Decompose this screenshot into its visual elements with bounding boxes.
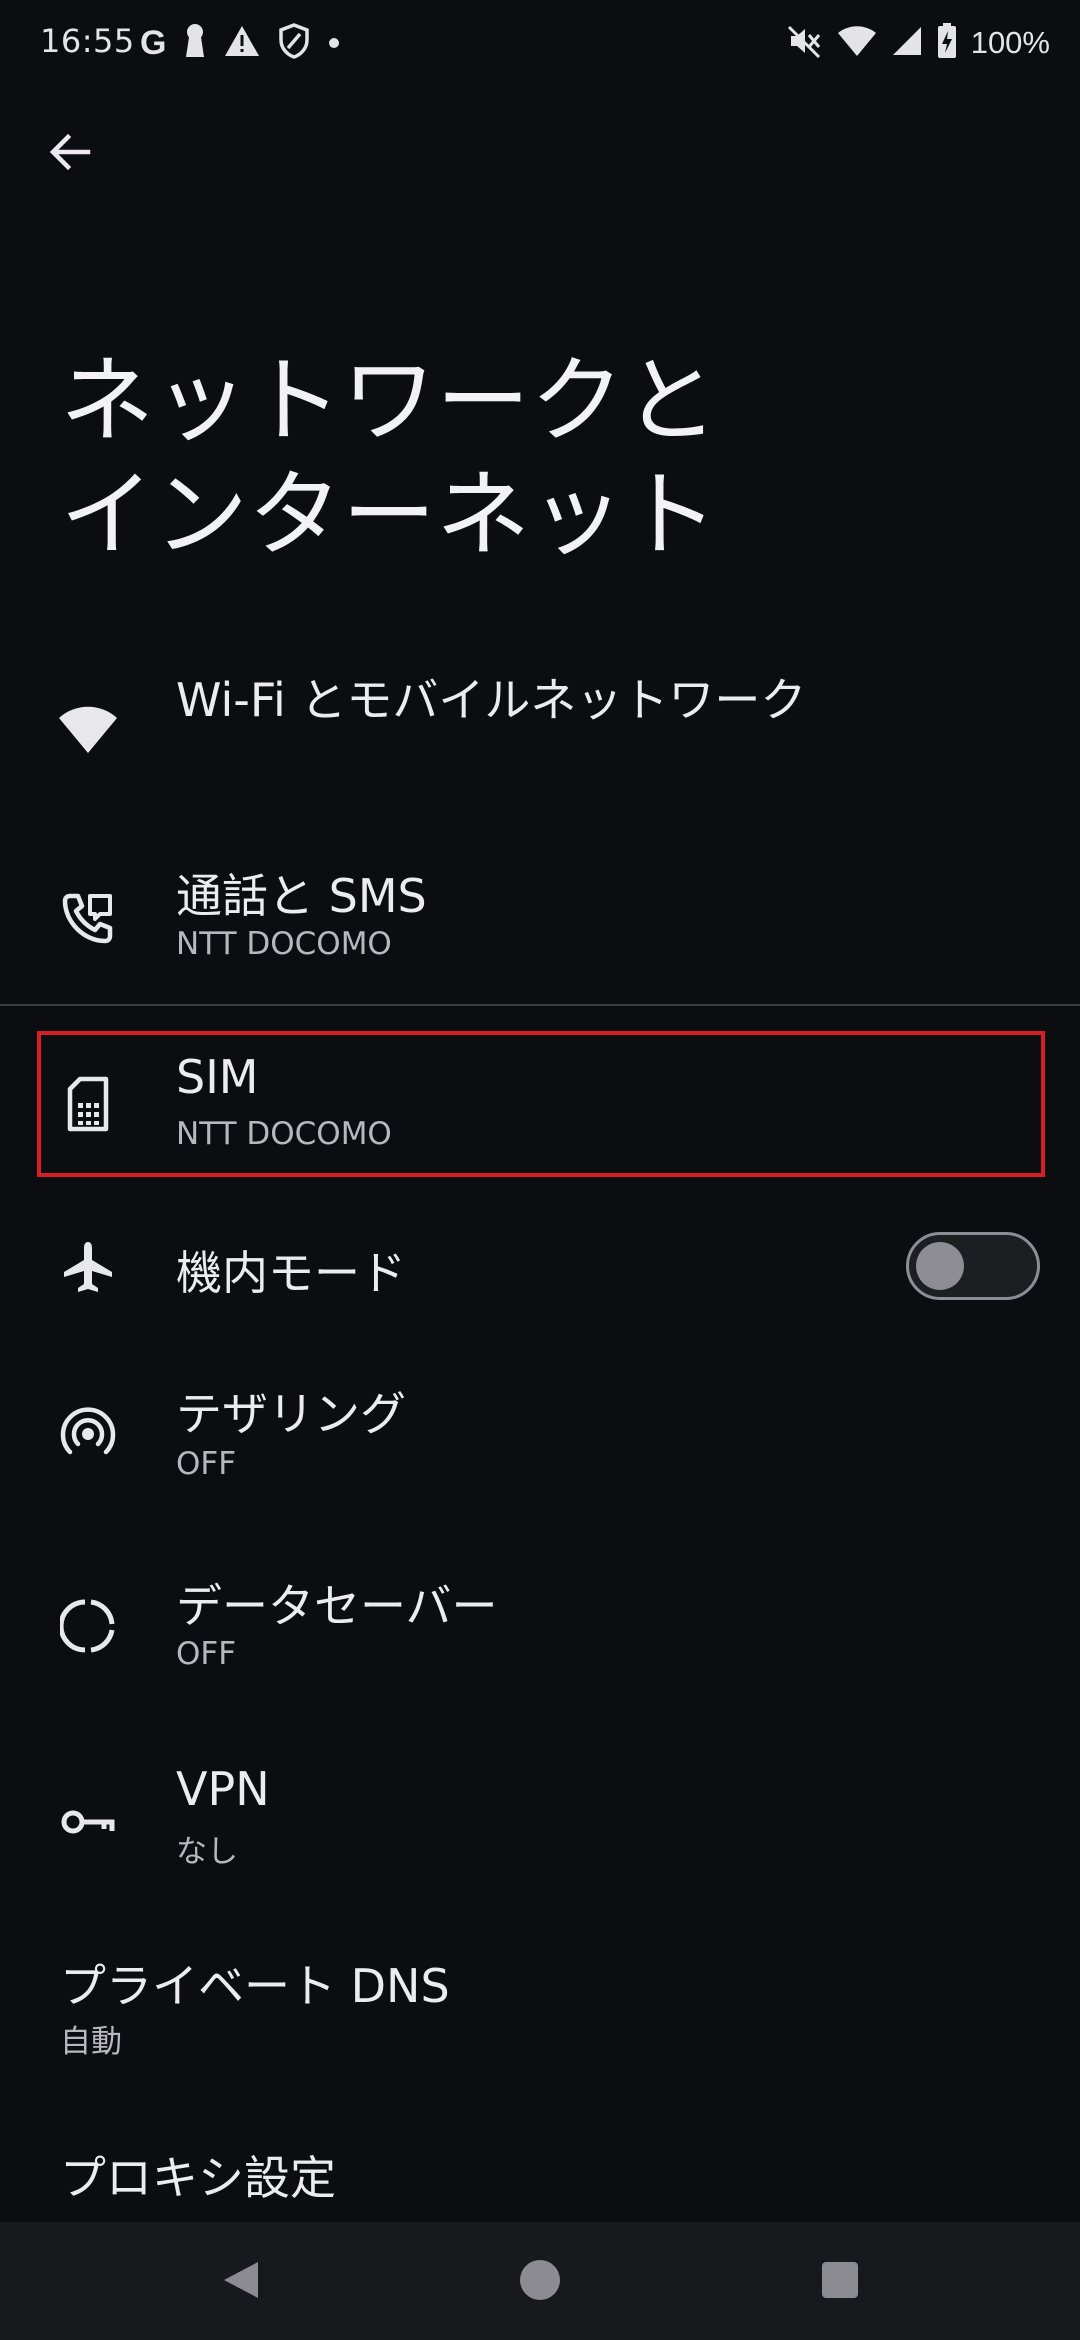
cell-signal-icon [891, 25, 923, 61]
settings-item-subtitle: OFF [176, 1636, 237, 1672]
settings-item-subtitle: NTT DOCOMO [176, 926, 392, 962]
battery-percent: 100% [970, 25, 1050, 60]
settings-item-calls-sms[interactable]: 通話と SMS NTT DOCOMO [0, 850, 1080, 1000]
divider [0, 1004, 1080, 1006]
status-time: 16:55 [40, 22, 135, 60]
key-icon [56, 1790, 120, 1854]
dot-icon [328, 34, 340, 53]
settings-item-title: プロキシ設定 [60, 2151, 336, 2205]
nav-recents-button[interactable] [800, 2242, 880, 2322]
settings-item-title: 通話と SMS [176, 869, 427, 923]
page-title-line1: ネットワークと [60, 347, 719, 456]
home-circle-icon [518, 2258, 562, 2306]
wifi-icon [56, 698, 120, 762]
status-right-icons: 100% [787, 18, 1050, 68]
settings-item-vpn[interactable]: VPN なし [0, 1750, 1080, 1900]
warning-icon [224, 25, 260, 61]
settings-item-proxy[interactable]: プロキシ設定 [0, 2130, 1080, 2222]
back-triangle-icon [218, 2258, 262, 2306]
page-title-line2: インターネット [60, 461, 719, 570]
settings-item-title: プライベート DNS [60, 1959, 450, 2013]
settings-item-title: 機内モード [176, 1246, 406, 1300]
back-button[interactable] [36, 120, 104, 188]
nav-back-button[interactable] [200, 2242, 280, 2322]
highlight-frame [37, 1031, 1045, 1177]
settings-item-data-saver[interactable]: データセーバー OFF [0, 1560, 1080, 1710]
battery-charging-icon [937, 23, 957, 63]
toggle-knob [916, 1242, 964, 1290]
phone-sms-icon [56, 886, 120, 950]
settings-item-subtitle: 自動 [60, 2024, 122, 2060]
airplane-icon [56, 1235, 120, 1299]
hotspot-icon [56, 1402, 120, 1466]
settings-item-title: テザリング [176, 1387, 406, 1441]
wifi-icon [837, 24, 877, 62]
nav-home-button[interactable] [500, 2242, 580, 2322]
settings-item-title: データセーバー [176, 1579, 498, 1633]
recents-square-icon [820, 2260, 860, 2304]
settings-item-subtitle: なし [176, 1834, 238, 1870]
google-icon: G [140, 23, 167, 62]
navigation-bar [0, 2222, 1080, 2340]
page-title: ネットワークと インターネット [60, 345, 1020, 573]
mute-icon [787, 23, 823, 63]
settings-item-tethering[interactable]: テザリング OFF [0, 1370, 1080, 1520]
airplane-mode-toggle[interactable] [906, 1232, 1040, 1300]
status-bar: 16:55 G 100% [0, 0, 1080, 88]
settings-item-subtitle: OFF [176, 1446, 237, 1482]
arrow-left-icon [48, 130, 92, 178]
settings-item-wifi[interactable]: Wi-Fi とモバイルネットワーク [0, 650, 1080, 810]
data-saver-icon [56, 1594, 120, 1658]
keyhole-icon [184, 23, 206, 63]
settings-item-title: Wi-Fi とモバイルネットワーク [176, 673, 807, 727]
status-left-icons: G [140, 20, 340, 66]
settings-item-title: VPN [176, 1762, 270, 1816]
settings-item-private-dns[interactable]: プライベート DNS 自動 [0, 1940, 1080, 2090]
shield-icon [278, 23, 310, 63]
